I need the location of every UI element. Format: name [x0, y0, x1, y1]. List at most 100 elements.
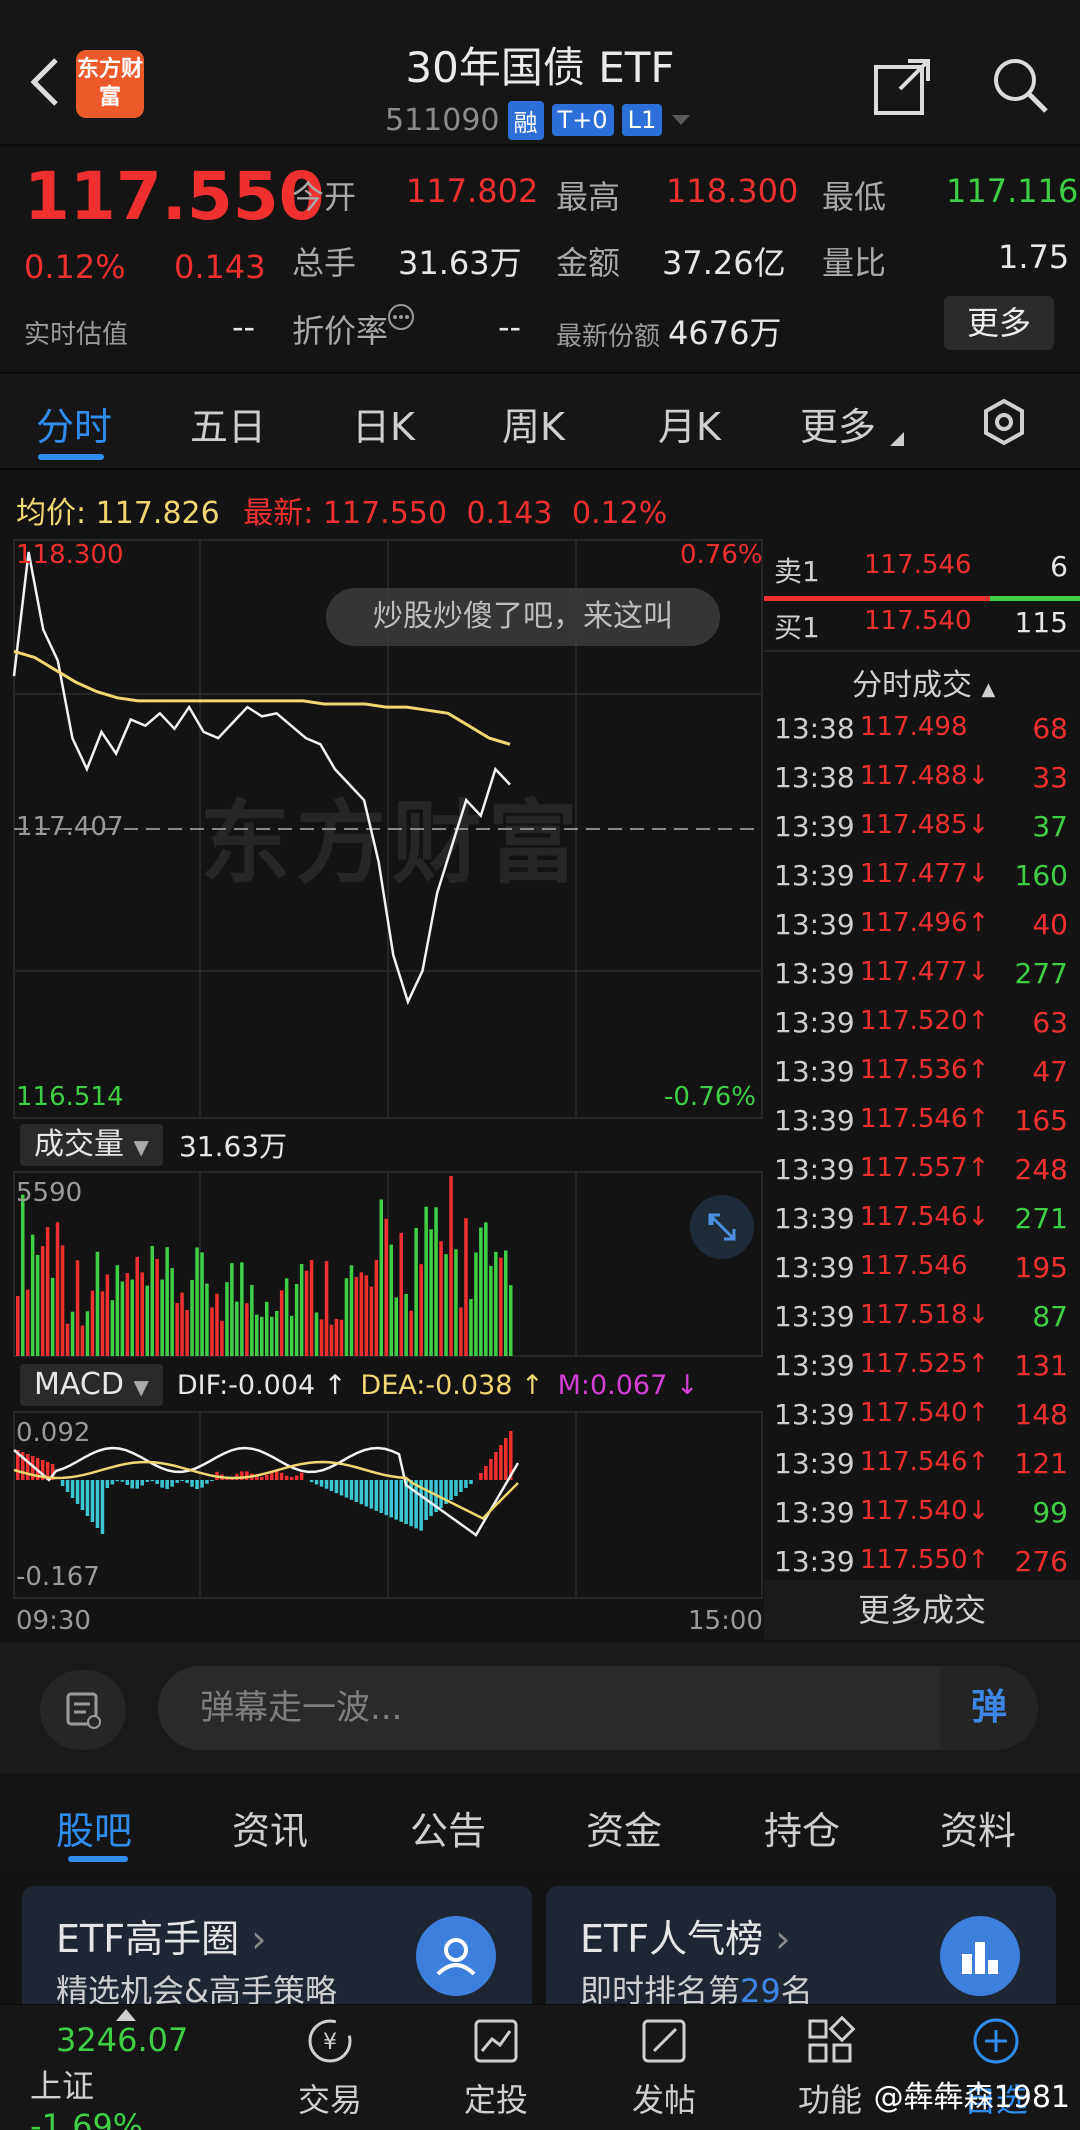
volume-bar: [294, 1284, 299, 1356]
macd-dif: DIF:-0.004 ↑: [176, 1369, 347, 1401]
tab-announcements[interactable]: 公告: [410, 1800, 486, 1855]
volume-bar: [399, 1232, 403, 1356]
volume-bar: [125, 1273, 130, 1356]
macd-bar: [85, 1480, 90, 1516]
volume-bar: [414, 1227, 418, 1356]
expand-button[interactable]: [690, 1195, 754, 1259]
macd-bar: [354, 1480, 359, 1502]
macd-selector[interactable]: MACD ▼: [20, 1364, 163, 1406]
trade-volume: 99: [1032, 1496, 1068, 1529]
macd-bar: [185, 1480, 189, 1483]
volume-bar: [195, 1247, 199, 1356]
trade-price: 117.525↑: [860, 1349, 990, 1379]
macd-bar: [484, 1466, 488, 1480]
volume-bar: [444, 1254, 448, 1356]
tab-more[interactable]: 更多: [800, 396, 876, 451]
trade-volume: 121: [1014, 1447, 1068, 1480]
danmu-send-button[interactable]: 弹: [940, 1666, 1038, 1750]
index-pct: -1.69%: [30, 2107, 144, 2130]
macd-bar: [120, 1480, 125, 1482]
trade-time: 13:38: [774, 761, 855, 794]
trade-volume: 87: [1032, 1300, 1068, 1333]
trade-time: 13:39: [774, 1251, 855, 1284]
x-start-label: 09:30: [16, 1606, 91, 1636]
comment-settings-button[interactable]: [40, 1670, 126, 1750]
trade-volume: 248: [1014, 1153, 1068, 1186]
volume-bar: [205, 1283, 209, 1356]
sell-1-row[interactable]: 卖1 117.546 6: [764, 550, 1080, 598]
tab-funds[interactable]: 资金: [586, 1800, 662, 1855]
volume-bar: [349, 1265, 354, 1356]
volume-bar: [35, 1254, 40, 1356]
trade-price: 117.518↓: [860, 1300, 990, 1330]
sell-price: 117.546: [864, 550, 972, 580]
trade-volume: 68: [1032, 712, 1068, 745]
corner-triangle-icon: [890, 432, 904, 446]
more-trades-button[interactable]: 更多成交: [764, 1580, 1080, 1640]
tab-news[interactable]: 资讯: [232, 1800, 308, 1855]
weibo-watermark: @犇犇森1981: [873, 2080, 1070, 2115]
nav-fixed-invest[interactable]: 定投: [436, 2015, 556, 2121]
trade-time: 13:39: [774, 1545, 855, 1578]
trade-time: 13:39: [774, 1055, 855, 1088]
trade-volume: 37: [1032, 810, 1068, 843]
expand-icon: [708, 1213, 736, 1241]
macd-bar: [275, 1471, 279, 1480]
macd-bar: [504, 1438, 508, 1480]
share-icon[interactable]: [870, 55, 934, 119]
trade-price: 117.546: [860, 1251, 968, 1281]
volume-bar: [165, 1247, 169, 1356]
volume-bar: [240, 1262, 244, 1356]
trade-time: 13:38: [774, 712, 855, 745]
volume-bar: [16, 1296, 20, 1356]
divider: [764, 650, 1080, 652]
trade-row: 13:39 117.477↓ 277: [764, 957, 1080, 1005]
danmu-bubble[interactable]: 炒股炒傻了吧，来这叫: [326, 588, 720, 646]
volume-bar: [115, 1265, 120, 1356]
settings-icon[interactable]: [980, 398, 1028, 446]
volume-bar: [339, 1319, 344, 1356]
macd-bar: [260, 1476, 264, 1480]
macd-bar: [439, 1480, 443, 1508]
trades-title[interactable]: 分时成交 ▲: [852, 660, 995, 704]
volume-bar: [479, 1227, 483, 1356]
macd-bar: [479, 1473, 483, 1480]
macd-bar: [205, 1480, 209, 1484]
tab-profile[interactable]: 资料: [940, 1800, 1016, 1855]
volume-selector[interactable]: 成交量 ▼: [20, 1124, 163, 1166]
index-ticker[interactable]: 3246.07 上证 -1.69%: [30, 2009, 210, 2130]
low-label: 最低: [822, 178, 887, 216]
volume-bar: [419, 1264, 423, 1356]
macd-bar: [165, 1480, 169, 1489]
trade-row: 13:39 117.540↓ 99: [764, 1496, 1080, 1544]
search-icon[interactable]: [990, 55, 1050, 115]
comment-bar: 弹幕走一波... 弹: [0, 1642, 1080, 1774]
danmu-input[interactable]: 弹幕走一波...: [158, 1666, 1038, 1750]
macd-bar: [130, 1480, 134, 1489]
macd-bar: [429, 1480, 433, 1516]
volume-bar: [459, 1307, 463, 1356]
more-button[interactable]: 更多: [944, 296, 1054, 350]
macd-bar: [459, 1480, 463, 1492]
macd-bar: [394, 1480, 398, 1520]
nav-functions[interactable]: 功能: [770, 2015, 890, 2121]
nav-trade-label: 交易: [297, 2081, 362, 2119]
tab-holdings[interactable]: 持仓: [764, 1800, 840, 1855]
trade-time: 13:39: [774, 957, 855, 990]
nav-fixed-invest-label: 定投: [463, 2081, 528, 2119]
buy-1-row[interactable]: 买1 117.540 115: [764, 606, 1080, 654]
macd-bar: [414, 1480, 418, 1529]
volume-bar: [384, 1218, 388, 1356]
macd-bar: [150, 1480, 154, 1482]
volume-bar: [449, 1176, 453, 1356]
trade-row: 13:39 117.546↑ 121: [764, 1447, 1080, 1495]
volume-bar: [250, 1284, 254, 1356]
tab-guba[interactable]: 股吧: [56, 1800, 132, 1855]
volume-bar: [55, 1222, 60, 1356]
nav-post[interactable]: 发帖: [604, 2015, 724, 2121]
macd-bar: [349, 1480, 354, 1500]
nav-trade[interactable]: ¥ 交易: [270, 2015, 390, 2121]
volume-bar: [424, 1206, 428, 1356]
volume-bar: [230, 1263, 234, 1356]
macd-bottom-label: -0.167: [16, 1562, 100, 1592]
